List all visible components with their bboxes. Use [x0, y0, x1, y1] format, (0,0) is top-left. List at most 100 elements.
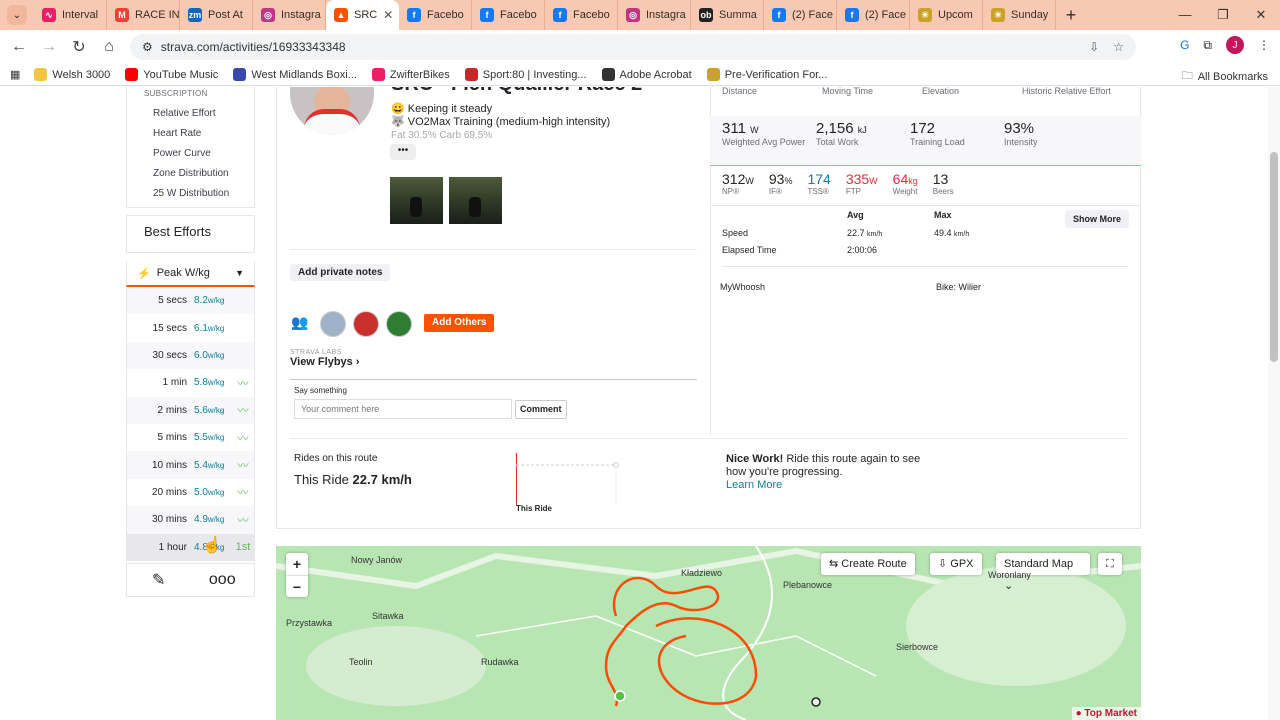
peak-wkg-dropdown[interactable]: ⚡ Peak W/kg ▼: [126, 261, 255, 287]
close-window-icon[interactable]: ✕: [1242, 0, 1280, 30]
bookmark-item[interactable]: YouTube Music: [125, 68, 218, 81]
effort-row[interactable]: 20 mins 5.0w/kg 〰: [126, 478, 255, 507]
browser-tab[interactable]: ob Summa: [691, 0, 764, 30]
browser-tab[interactable]: f Facebo: [472, 0, 545, 30]
bookmark-icon: [125, 68, 139, 81]
activity-photo[interactable]: [449, 177, 502, 224]
browser-tab[interactable]: ∿ Interval: [34, 0, 107, 30]
tab-title: Instagra: [646, 9, 686, 21]
browser-tab[interactable]: ◎ Instagra: [253, 0, 326, 30]
home-icon[interactable]: ⌂: [94, 38, 124, 56]
gpx-button[interactable]: ⇩ GPX: [930, 553, 982, 575]
hand-cursor-icon: ☝: [202, 537, 222, 554]
browser-tab[interactable]: ◎ Instagra: [618, 0, 691, 30]
tab-search-button[interactable]: ⌄: [0, 0, 34, 30]
bookmark-label: Sport:80 | Investing...: [482, 68, 587, 81]
all-bookmarks-label: All Bookmarks: [1197, 70, 1268, 83]
activity-photo[interactable]: [390, 177, 443, 224]
bookmark-item[interactable]: ZwifterBikes: [371, 68, 450, 81]
all-bookmarks[interactable]: 🗀 All Bookmarks: [1182, 67, 1268, 86]
comment-input[interactable]: Your comment here: [294, 399, 512, 419]
sidebar-link[interactable]: Power Curve: [127, 144, 254, 164]
rider-avatar[interactable]: [353, 311, 379, 337]
view-flybys-label: View Flybys: [290, 356, 353, 368]
sidebar-link[interactable]: Zone Distribution: [127, 164, 254, 184]
zoom-in-button[interactable]: +: [286, 553, 308, 575]
browser-tab[interactable]: ☀ Upcom: [910, 0, 983, 30]
edit-icon[interactable]: ✎: [127, 564, 191, 596]
effort-row[interactable]: 30 secs 6.0w/kg: [126, 341, 255, 370]
add-private-notes-button[interactable]: Add private notes: [290, 264, 391, 281]
rider-avatar[interactable]: [386, 311, 412, 337]
bookmark-item[interactable]: West Midlands Boxi...: [233, 68, 357, 81]
bookmark-item[interactable]: Sport:80 | Investing...: [464, 68, 587, 81]
effort-row[interactable]: 1 hour 4.8w/kg 1st: [126, 533, 255, 561]
effort-trend-icon: 〰: [237, 514, 249, 527]
sidebar-link[interactable]: 25 W Distribution: [127, 184, 254, 204]
close-tab-icon[interactable]: ✕: [383, 8, 393, 22]
browser-tab[interactable]: ▲ SRC ✕: [326, 0, 399, 30]
page-scrollbar[interactable]: [1268, 87, 1280, 720]
browser-tab[interactable]: M RACE IN: [107, 0, 180, 30]
bookmarks-bar: ▦ Welsh 3000 YouTube Music West Midlands B…: [0, 64, 1280, 86]
zoom-out-button[interactable]: −: [286, 575, 308, 597]
rider-avatar[interactable]: [320, 311, 346, 337]
menu-icon[interactable]: ⋮: [1258, 38, 1270, 52]
bookmark-item[interactable]: Adobe Acrobat: [601, 68, 692, 81]
profile-avatar[interactable]: J: [1226, 36, 1244, 54]
chevron-right-icon: ›: [355, 356, 360, 368]
effort-row[interactable]: 5 secs 8.2w/kg: [126, 287, 255, 315]
more-icon[interactable]: ooo: [191, 564, 255, 596]
more-options-button[interactable]: •••: [390, 144, 416, 160]
top-markets-label[interactable]: ● Top Market: [1071, 707, 1141, 720]
translate-icon[interactable]: G: [1180, 38, 1189, 52]
sidebar-link[interactable]: Heart Rate: [127, 124, 254, 144]
site-info-icon[interactable]: ⚙: [142, 40, 153, 54]
learn-more-link[interactable]: Learn More: [726, 479, 782, 491]
desc-line-2: VO2Max Training (medium-high intensity): [407, 116, 611, 128]
effort-row[interactable]: 2 mins 5.6w/kg 〰: [126, 396, 255, 424]
bookmark-item[interactable]: Welsh 3000: [34, 68, 110, 81]
browser-tab[interactable]: f Facebo: [545, 0, 618, 30]
show-more-button[interactable]: Show More: [1064, 210, 1129, 228]
tab-title: Facebo: [500, 9, 537, 21]
address-bar[interactable]: ⚙ strava.com/activities/16933343348 ⇩ ☆: [130, 34, 1136, 60]
back-icon[interactable]: ←: [4, 38, 34, 56]
browser-tab[interactable]: f (2) Face: [837, 0, 910, 30]
fullscreen-button[interactable]: ⛶: [1098, 553, 1122, 575]
browser-tab[interactable]: ☀ Sunday: [983, 0, 1056, 30]
create-route-button[interactable]: ⇆ Create Route: [821, 553, 915, 575]
effort-row[interactable]: 10 mins 5.4w/kg 〰: [126, 451, 255, 479]
effort-value: 5.6w/kg: [194, 404, 225, 416]
rides-chart: [516, 453, 619, 505]
athlete-avatar[interactable]: [290, 87, 374, 135]
effort-row[interactable]: 30 mins 4.9w/kg 〰: [126, 506, 255, 534]
reload-icon[interactable]: ↻: [64, 37, 94, 57]
browser-tab[interactable]: f (2) Face: [764, 0, 837, 30]
comment-button[interactable]: Comment: [515, 400, 567, 419]
restore-icon[interactable]: ❐: [1204, 0, 1242, 30]
browser-tab[interactable]: zm Post At: [180, 0, 253, 30]
effort-row[interactable]: 15 secs 6.1w/kg: [126, 314, 255, 342]
new-tab-button[interactable]: +: [1056, 0, 1086, 30]
effort-duration: 5 mins: [157, 432, 187, 444]
zoom-controls: + −: [286, 553, 308, 597]
install-icon[interactable]: ⇩: [1089, 40, 1099, 54]
view-flybys-link[interactable]: View Flybys ›: [290, 356, 360, 368]
apps-icon[interactable]: ▦: [10, 68, 20, 81]
browser-tab[interactable]: f Facebo: [399, 0, 472, 30]
effort-row[interactable]: 1 min 5.8w/kg 〰: [126, 369, 255, 397]
sidebar-link[interactable]: Relative Effort: [127, 104, 254, 124]
add-others-button[interactable]: Add Others: [424, 314, 495, 332]
minimize-icon[interactable]: —: [1166, 0, 1204, 30]
tab-favicon-icon: f: [553, 8, 567, 22]
route-map[interactable]: + − ⇆ Create Route ⇩ GPX Standard Map ⌄ …: [276, 546, 1141, 720]
extensions-icon[interactable]: ⧉: [1203, 38, 1212, 53]
bookmark-item[interactable]: Pre-Verification For...: [706, 68, 827, 81]
star-icon[interactable]: ☆: [1113, 40, 1124, 54]
group-icon: 👥: [291, 314, 309, 330]
effort-row[interactable]: 5 mins 5.5w/kg 〰: [126, 423, 255, 452]
forward-icon[interactable]: →: [34, 38, 64, 56]
tab-title: Summa: [719, 9, 757, 21]
best-efforts-heading[interactable]: Best Efforts: [126, 215, 255, 253]
